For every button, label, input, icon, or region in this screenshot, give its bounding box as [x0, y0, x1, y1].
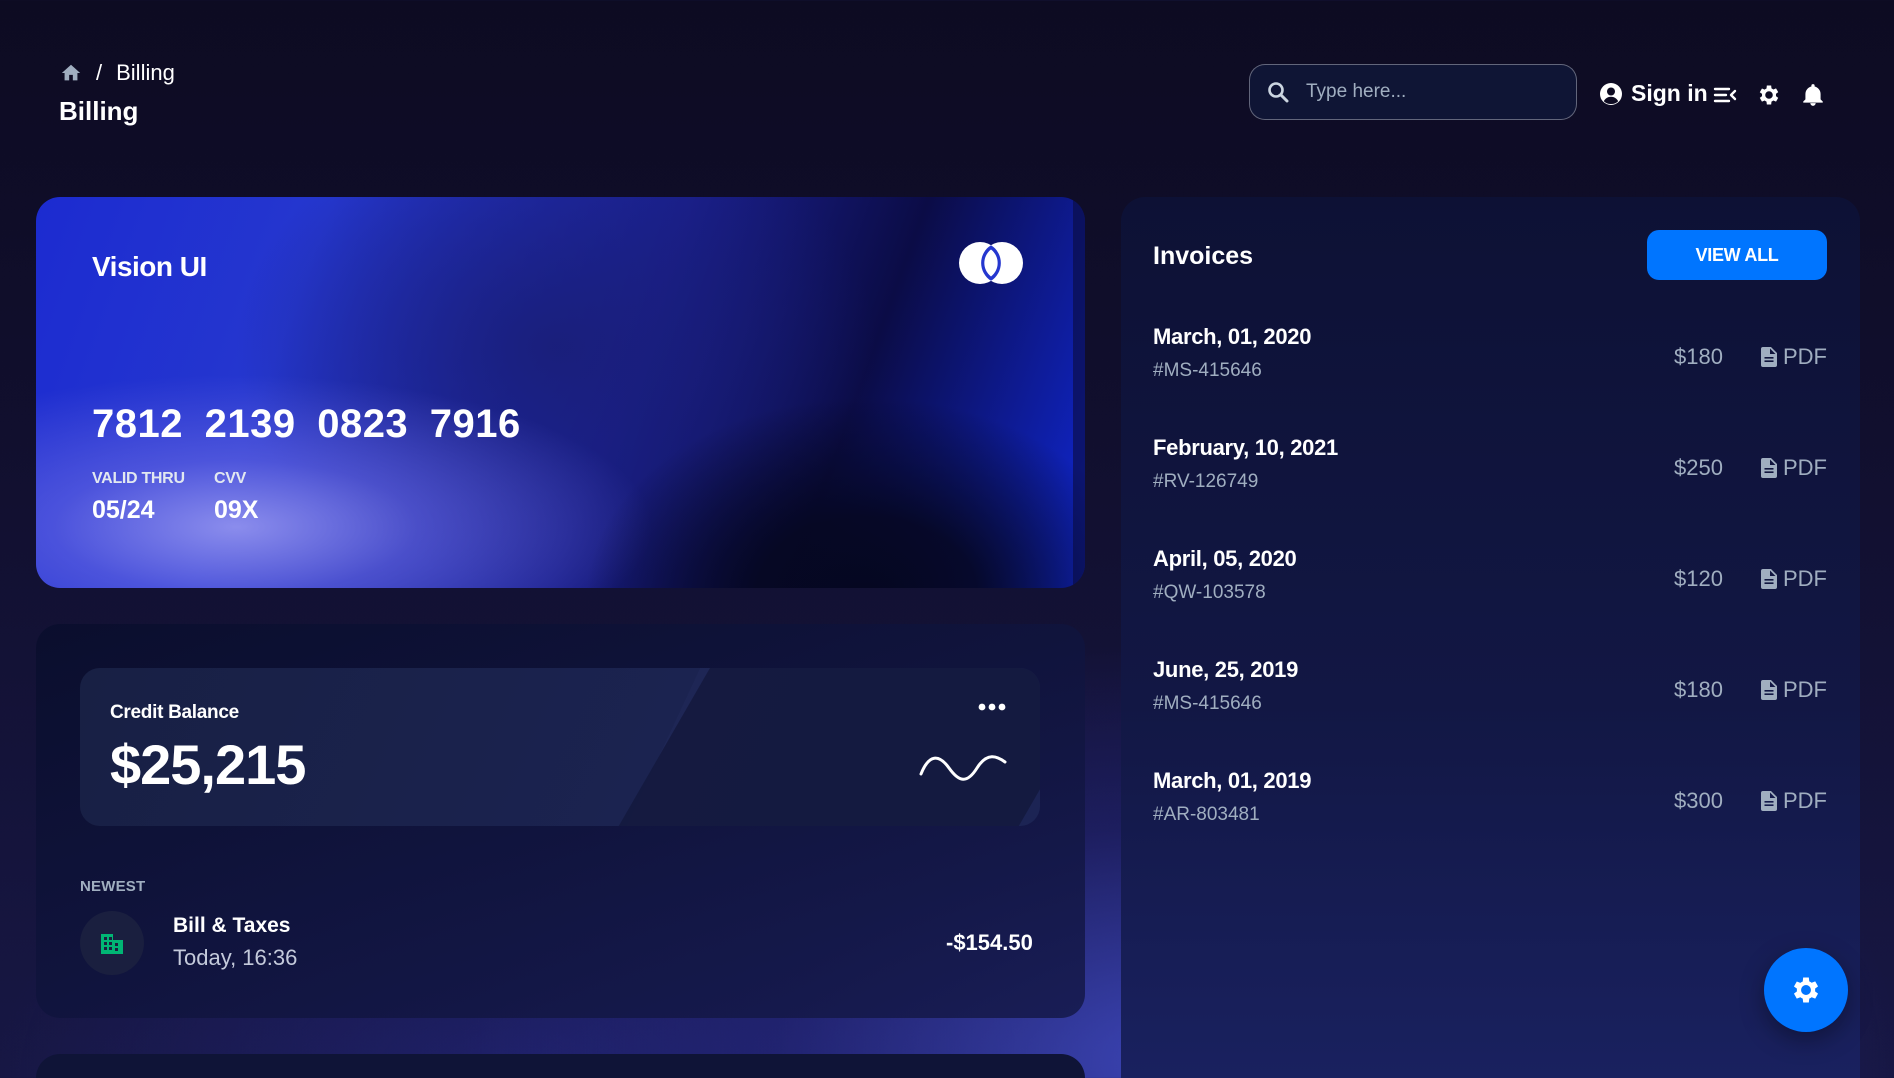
invoice-row: March, 01, 2019 #AR-803481 $300 PDF — [1153, 768, 1827, 838]
file-icon — [1761, 458, 1777, 478]
pdf-label: PDF — [1783, 677, 1827, 702]
wave-graph-icon — [918, 748, 1008, 784]
file-icon — [1761, 680, 1777, 700]
invoice-price: $300 — [1674, 788, 1723, 813]
invoice-date: February, 10, 2021 — [1153, 435, 1338, 460]
invoice-row: March, 01, 2020 #MS-415646 $180 PDF — [1153, 324, 1827, 394]
invoice-pdf-link[interactable]: PDF — [1761, 566, 1827, 592]
breadcrumb-current: Billing — [116, 60, 175, 85]
home-icon[interactable] — [60, 62, 82, 84]
signin-link[interactable]: Sign in — [1599, 80, 1708, 107]
user-circle-icon — [1599, 82, 1623, 106]
pdf-label: PDF — [1783, 788, 1827, 813]
invoice-date: March, 01, 2019 — [1153, 768, 1312, 793]
invoice-id: #QW-103578 — [1153, 582, 1266, 603]
transaction-title: Bill & Taxes — [173, 914, 291, 937]
credit-balance-box: Credit Balance $25,215 — [80, 668, 1040, 826]
bell-icon[interactable] — [1800, 82, 1826, 108]
credit-balance-label: Credit Balance — [110, 702, 239, 723]
transaction-time: Today, 16:36 — [173, 945, 298, 970]
building-icon — [80, 911, 144, 975]
invoice-id: #MS-415646 — [1153, 693, 1262, 714]
invoice-pdf-link[interactable]: PDF — [1761, 455, 1827, 481]
settings-gear-icon — [1789, 973, 1823, 1007]
search-icon — [1266, 80, 1290, 104]
credit-balance-panel: Credit Balance $25,215 NEWEST Bill & Tax… — [36, 624, 1085, 1018]
file-icon — [1761, 569, 1777, 589]
invoice-date: April, 05, 2020 — [1153, 546, 1297, 571]
invoice-pdf-link[interactable]: PDF — [1761, 344, 1827, 370]
pdf-label: PDF — [1783, 344, 1827, 369]
invoices-panel: Invoices VIEW ALL March, 01, 2020 #MS-41… — [1121, 197, 1860, 1078]
invoice-id: #RV-126749 — [1153, 471, 1259, 492]
gear-icon[interactable] — [1756, 82, 1782, 108]
page-title: Billing — [59, 96, 139, 126]
invoice-price: $250 — [1674, 455, 1723, 480]
cvv-value: 09X — [214, 496, 259, 524]
cvv-label: CVV — [214, 470, 246, 487]
card-brand: Vision UI — [92, 251, 207, 282]
search-box[interactable] — [1249, 64, 1577, 120]
next-panel — [36, 1054, 1085, 1078]
valid-thru-label: VALID THRU — [92, 470, 185, 487]
invoices-title: Invoices — [1153, 242, 1254, 270]
valid-thru-value: 05/24 — [92, 496, 155, 524]
settings-fab-button[interactable] — [1764, 948, 1848, 1032]
invoice-row: June, 25, 2019 #MS-415646 $180 PDF — [1153, 657, 1827, 727]
card-number: 7812 2139 0823 7916 — [92, 402, 521, 446]
card-edge — [1073, 197, 1085, 588]
view-all-button[interactable]: VIEW ALL — [1647, 230, 1827, 280]
invoice-row: February, 10, 2021 #RV-126749 $250 PDF — [1153, 435, 1827, 505]
invoice-id: #AR-803481 — [1153, 804, 1260, 825]
signin-label: Sign in — [1631, 80, 1708, 106]
menu-icon[interactable] — [1712, 82, 1738, 108]
pdf-label: PDF — [1783, 566, 1827, 591]
invoice-price: $180 — [1674, 677, 1723, 702]
pdf-label: PDF — [1783, 455, 1827, 480]
breadcrumb: / Billing — [60, 60, 175, 86]
transaction-amount: -$154.50 — [946, 930, 1033, 955]
invoice-id: #MS-415646 — [1153, 360, 1262, 381]
breadcrumb-separator: / — [96, 60, 103, 85]
file-icon — [1761, 791, 1777, 811]
mastercard-logo-icon — [958, 241, 1024, 285]
invoice-pdf-link[interactable]: PDF — [1761, 677, 1827, 703]
invoice-price: $120 — [1674, 566, 1723, 591]
invoice-row: April, 05, 2020 #QW-103578 $120 PDF — [1153, 546, 1827, 616]
newest-label: NEWEST — [80, 878, 146, 895]
file-icon — [1761, 347, 1777, 367]
invoice-date: June, 25, 2019 — [1153, 657, 1299, 682]
invoice-price: $180 — [1674, 344, 1723, 369]
invoice-date: March, 01, 2020 — [1153, 324, 1312, 349]
search-input[interactable] — [1306, 81, 1536, 103]
more-horizontal-icon[interactable] — [978, 702, 1006, 712]
invoice-pdf-link[interactable]: PDF — [1761, 788, 1827, 814]
credit-card: Vision UI 7812 2139 0823 7916 VALID THRU… — [36, 197, 1085, 588]
credit-balance-value: $25,215 — [110, 733, 306, 796]
